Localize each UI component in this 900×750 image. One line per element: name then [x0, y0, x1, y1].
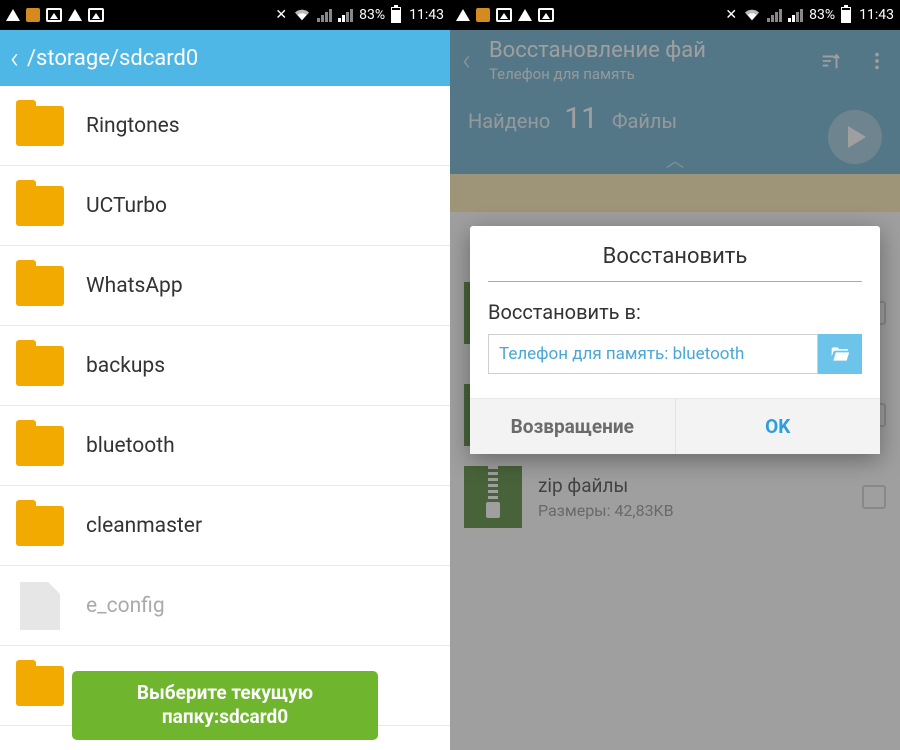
item-name: backups [86, 354, 165, 378]
restore-dialog: Восстановить Восстановить в: Телефон для… [470, 226, 880, 454]
warning-icon [456, 9, 470, 21]
app-notification-icon [26, 8, 40, 22]
clock: 11:43 [409, 7, 444, 23]
signal-2-icon [788, 8, 803, 22]
app-notification-icon [476, 8, 490, 22]
mute-icon: ✕ [275, 7, 287, 23]
folder-icon [16, 266, 64, 306]
folder-open-icon [828, 344, 852, 364]
warning-icon [6, 9, 20, 21]
battery-icon [841, 7, 851, 23]
status-bar: ✕ 83% 11:43 [450, 0, 900, 30]
select-folder-button[interactable]: Выберите текущую папку:sdcard0 [72, 671, 378, 740]
back-icon[interactable]: ‹ [10, 41, 19, 76]
status-left [6, 8, 104, 22]
folder-icon [16, 666, 64, 706]
folder-icon [16, 186, 64, 226]
folder-list: Ringtones UCTurbo WhatsApp backups bluet… [0, 86, 450, 750]
battery-percent: 83% [809, 7, 835, 23]
right-screen: ✕ 83% 11:43 ‹ Восстановление фай Телефон… [450, 0, 900, 750]
battery-icon [391, 7, 401, 23]
folder-icon [16, 106, 64, 146]
dialog-title: Восстановить [470, 226, 880, 281]
mute-icon: ✕ [725, 7, 737, 23]
dialog-buttons: Возвращение OK [470, 398, 880, 454]
list-item[interactable]: WhatsApp [0, 246, 450, 326]
item-name: cleanmaster [86, 514, 202, 538]
list-item[interactable]: bluetooth [0, 406, 450, 486]
item-name: Ringtones [86, 114, 180, 138]
current-path: /storage/sdcard0 [27, 46, 198, 71]
status-right: ✕ 83% 11:43 [275, 7, 444, 23]
folder-icon [16, 506, 64, 546]
cancel-button[interactable]: Возвращение [470, 399, 675, 454]
signal-1-icon [317, 8, 332, 22]
battery-percent: 83% [359, 7, 385, 23]
list-item[interactable]: Ringtones [0, 86, 450, 166]
signal-1-icon [767, 8, 782, 22]
screenshot-icon [46, 8, 62, 22]
wifi-icon [293, 8, 311, 22]
dialog-label: Восстановить в: [470, 282, 880, 334]
warning-icon [518, 9, 532, 21]
list-item[interactable]: UCTurbo [0, 166, 450, 246]
status-right: ✕ 83% 11:43 [725, 7, 894, 23]
restore-path-input[interactable]: Телефон для память: bluetooth [488, 334, 818, 374]
file-icon [20, 582, 60, 630]
left-screen: ✕ 83% 11:43 ‹ /storage/sdcard0 Ringtones… [0, 0, 450, 750]
screenshot-icon [538, 8, 554, 22]
signal-2-icon [338, 8, 353, 22]
ok-button[interactable]: OK [675, 399, 881, 454]
list-item[interactable]: e_config [0, 566, 450, 646]
item-name: e_config [86, 594, 165, 618]
status-left [456, 8, 554, 22]
clock: 11:43 [859, 7, 894, 23]
folder-icon [16, 426, 64, 466]
warning-icon [68, 9, 82, 21]
status-bar: ✕ 83% 11:43 [0, 0, 450, 30]
item-name: bluetooth [86, 434, 175, 458]
list-item[interactable]: cleanmaster [0, 486, 450, 566]
item-name: WhatsApp [86, 274, 183, 298]
item-name: UCTurbo [86, 194, 167, 218]
browse-folder-button[interactable] [818, 334, 862, 374]
dialog-input-row: Телефон для память: bluetooth [488, 334, 862, 374]
list-item[interactable]: backups [0, 326, 450, 406]
screenshot-icon [496, 8, 512, 22]
path-header[interactable]: ‹ /storage/sdcard0 [0, 30, 450, 86]
wifi-icon [743, 8, 761, 22]
folder-icon [16, 346, 64, 386]
screenshot-icon [88, 8, 104, 22]
